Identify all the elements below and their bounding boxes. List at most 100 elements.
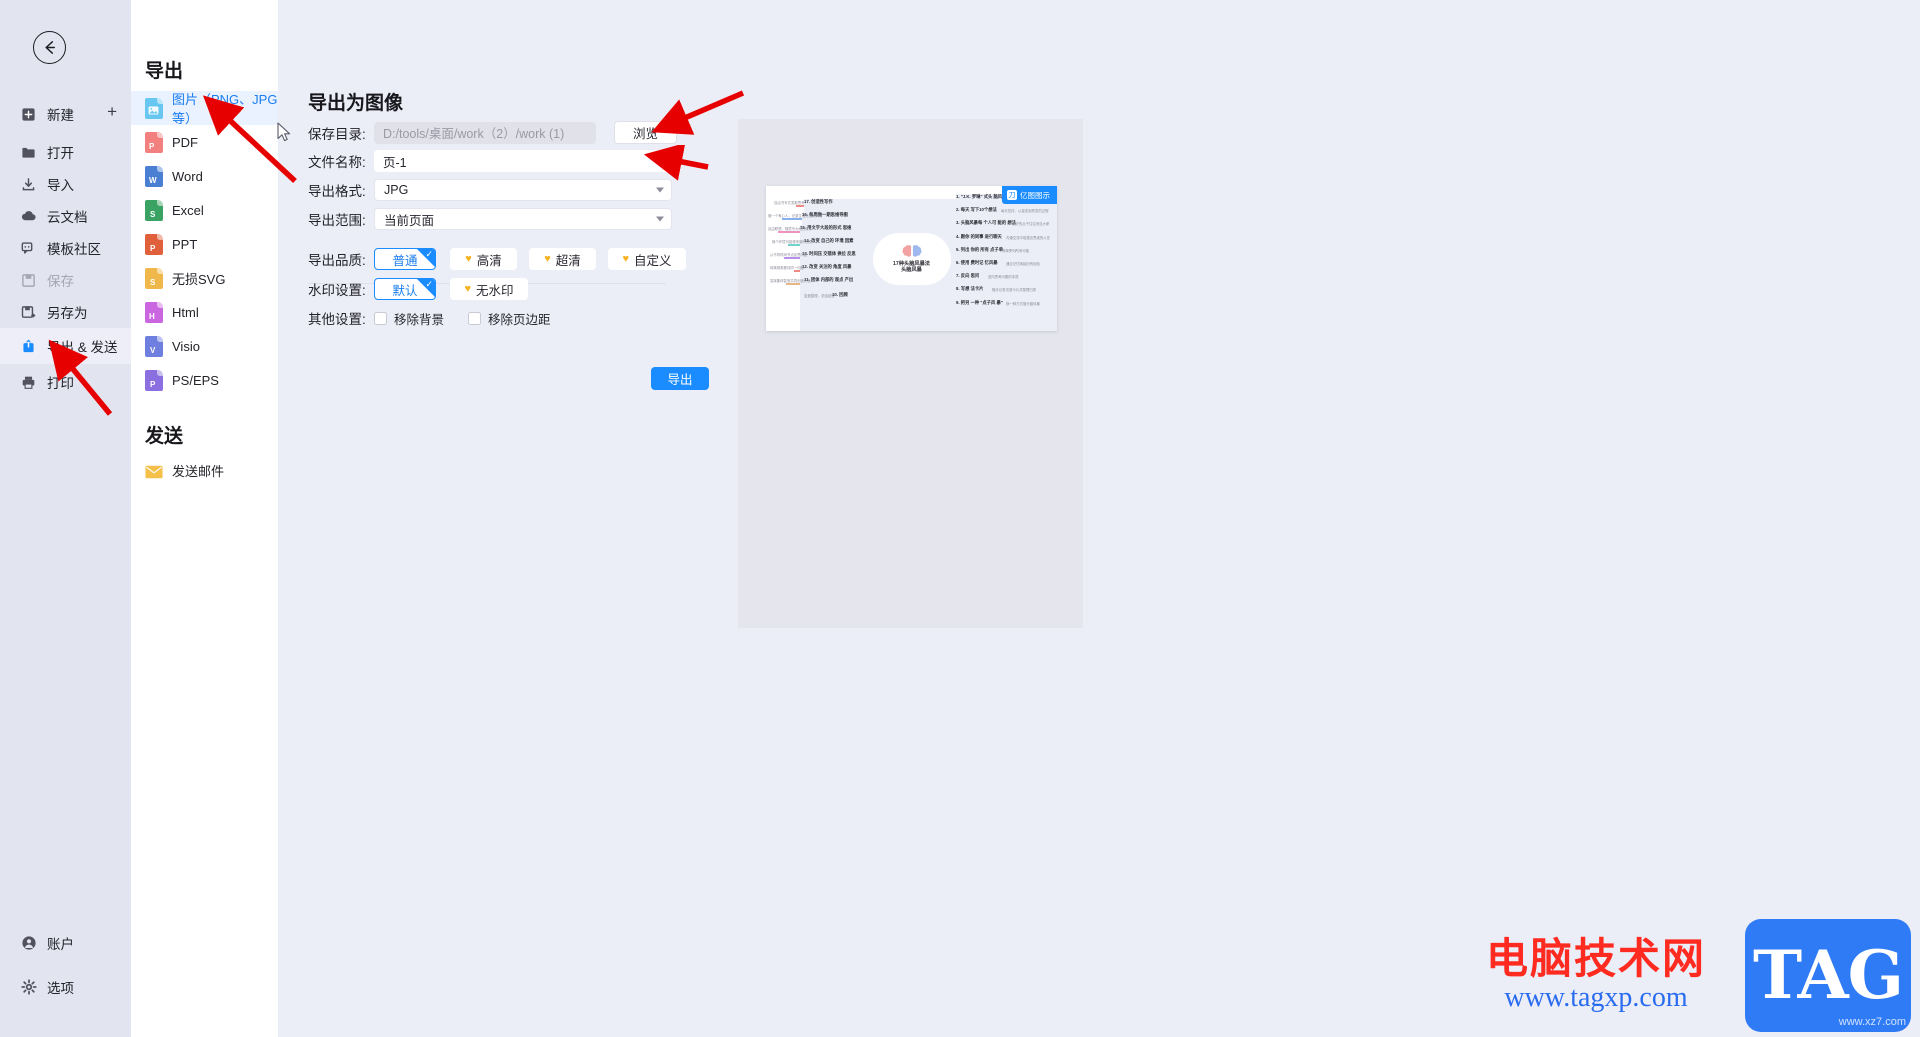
format-label: 导出格式: (308, 184, 366, 199)
page-title: 导出为图像 (308, 93, 404, 114)
save-dir-input[interactable]: D:/tools/桌面/work（2）/work (1) (374, 121, 596, 144)
watermark-row: 水印设置: 默认 ✓ ♥ 无水印 (308, 278, 528, 300)
export-menu-column: 导出 图片（PNG、JPG等） P PDF W Word S Excel P P… (131, 0, 278, 1037)
format-select[interactable]: JPG (374, 179, 672, 201)
mindmap-left-branch-sub: 转换视角看待同一问题 (770, 266, 804, 270)
export-option-pdf[interactable]: P PDF (131, 125, 278, 159)
mindmap-right-branch-sub: 换一种方式做头脑风暴 (1006, 302, 1040, 306)
watermark-cn-text: 电脑技术网 (1485, 934, 1706, 983)
word-file-icon: W (145, 165, 163, 187)
sidebar-item-label: 保存 (47, 274, 74, 289)
remove-background-checkbox[interactable] (374, 311, 387, 325)
crown-icon: ♥ (544, 252, 551, 265)
export-option-label: Word (172, 168, 203, 184)
printer-icon (20, 374, 37, 391)
send-heading: 发送 (145, 426, 184, 447)
back-arrow-icon (45, 41, 55, 54)
sidebar-item-save-as[interactable]: 另存为 (0, 296, 131, 328)
add-new-button[interactable]: + (107, 103, 117, 120)
left-rail: 新建 + 打开 导入 云文档 模板社区 保存 另存为 导出 & 发送 打印 账户… (0, 0, 131, 1037)
quality-option-custom[interactable]: ♥ 自定义 (608, 248, 686, 270)
watermark-label: 水印设置: (308, 283, 366, 298)
import-icon (20, 176, 37, 193)
chevron-down-icon (656, 216, 664, 222)
watermark-option-none[interactable]: ♥ 无水印 (450, 278, 528, 300)
community-icon (20, 240, 37, 257)
watermark-option-default[interactable]: 默认 ✓ (374, 278, 436, 300)
sidebar-item-label: 打开 (47, 146, 74, 161)
watermark-tag-sub: www.xz7.com (1838, 1015, 1906, 1028)
export-option-image[interactable]: 图片（PNG、JPG等） (131, 91, 278, 126)
sidebar-item-account[interactable]: 账户 (0, 921, 131, 965)
quality-option-label: 高清 (476, 253, 502, 268)
ppt-file-icon: P (145, 233, 163, 255)
quality-option-normal[interactable]: 普通 ✓ (374, 248, 436, 270)
remove-margin-checkbox[interactable] (468, 311, 482, 325)
mindmap-right-branch-sub: 逆向思考问题的本质 (988, 275, 1019, 279)
ps-file-icon: P (145, 369, 163, 391)
export-option-html[interactable]: H Html (131, 295, 278, 329)
sidebar-item-options[interactable]: 选项 (0, 965, 131, 1009)
export-button[interactable]: 导出 (651, 367, 709, 390)
export-option-label: PDF (172, 134, 198, 150)
sidebar-item-save: 保存 (0, 264, 131, 296)
quality-option-uhd[interactable]: ♥ 超清 (529, 248, 596, 270)
sidebar-item-export-send[interactable]: 导出 & 发送 (0, 328, 131, 364)
export-option-word[interactable]: W Word (131, 159, 278, 193)
sidebar-item-print[interactable]: 打印 (0, 364, 131, 400)
mindmap-center-node: 17种头脑风暴法 头脑风暴 (872, 232, 951, 285)
back-button[interactable] (33, 31, 66, 64)
export-option-visio[interactable]: V Visio (131, 329, 278, 363)
mail-icon (145, 465, 163, 479)
save-as-icon (20, 304, 37, 321)
export-option-svg[interactable]: S 无损SVG (131, 261, 278, 295)
file-name-row: 文件名称: 页-1 (308, 150, 672, 172)
mindmap-right-branch-sub: 最好的点子往往来自大家 (1012, 222, 1050, 226)
quality-row: 导出品质: 普通 ✓ ♥ 高清 ♥ 超清 ♥ 自定义 (308, 248, 686, 270)
mindmap-left-branch-sub: 自由书写式发散思考 (774, 201, 805, 205)
sidebar-item-templates[interactable]: 模板社区 (0, 232, 131, 264)
other-settings-row: 其他设置: 移除背景 移除页边距 (308, 308, 551, 328)
mindmap-right-branch-sub: 通过记忆唤起旧有经验 (1006, 262, 1040, 266)
mindmap-left-branch-sub: 换个环境可能带来新的创意 (772, 240, 813, 244)
sidebar-item-open[interactable]: 打开 (0, 136, 131, 168)
new-file-icon (20, 106, 37, 123)
quality-option-hd[interactable]: ♥ 高清 (450, 248, 517, 270)
quality-label: 导出品质: (308, 253, 366, 268)
export-option-ps-eps[interactable]: P PS/EPS (131, 363, 278, 397)
mindmap-left-branch-sub: 复盘整理，总结经验 (804, 294, 835, 298)
send-list: 发送邮件 (131, 453, 278, 487)
sidebar-item-import[interactable]: 导入 (0, 168, 131, 200)
preview-thumbnail[interactable]: 17种头脑风暴法 头脑风暴 17. 创造性写作 自由书写式发散思考 16. 每周… (766, 186, 1057, 331)
save-dir-row: 保存目录: D:/tools/桌面/work（2）/work (1) 浏览 (308, 121, 677, 144)
export-option-label: 图片（PNG、JPG等） (172, 92, 278, 126)
account-icon (20, 935, 37, 952)
sidebar-item-new[interactable]: 新建 + (0, 96, 131, 132)
remove-background-option[interactable]: 移除背景 (374, 309, 444, 328)
range-row: 导出范围: 当前页面 (308, 208, 672, 230)
save-dir-label: 保存目录: (308, 126, 366, 142)
watermark-tag-text: TAG (1752, 936, 1904, 1014)
sidebar-item-label: 打印 (47, 376, 74, 391)
file-name-input[interactable]: 页-1 (374, 150, 672, 172)
mindmap-right-branch-sub: 每天坚持，从量变到质变的过程 (1001, 209, 1049, 213)
export-option-ppt[interactable]: P PPT (131, 227, 278, 261)
crown-icon: ♥ (622, 252, 629, 265)
sidebar-item-cloud[interactable]: 云文档 (0, 200, 131, 232)
options-gear-icon (20, 979, 37, 996)
preview-brand-chip: 刀 亿图图示 (1002, 186, 1057, 204)
range-select[interactable]: 当前页面 (374, 208, 672, 230)
remove-margin-option[interactable]: 移除页边距 (468, 309, 551, 328)
sidebar-item-label: 另存为 (47, 306, 88, 321)
export-format-list: 图片（PNG、JPG等） P PDF W Word S Excel P PPT … (131, 91, 278, 397)
mindmap-left-branch-sub: 自由联想，随意写大段的文字 (768, 227, 813, 231)
export-option-excel[interactable]: S Excel (131, 193, 278, 227)
visio-file-icon: V (145, 335, 163, 357)
sidebar-item-label: 导入 (47, 178, 74, 193)
preview-brand-label: 亿图图示 (1020, 190, 1050, 200)
quality-option-label: 超清 (555, 253, 581, 268)
mouse-cursor (277, 122, 291, 142)
send-option-email[interactable]: 发送邮件 (131, 453, 278, 487)
browse-button[interactable]: 浏览 (614, 121, 677, 144)
rail-item-list: 新建 + 打开 导入 云文档 模板社区 保存 另存为 导出 & 发送 打印 (0, 96, 131, 400)
